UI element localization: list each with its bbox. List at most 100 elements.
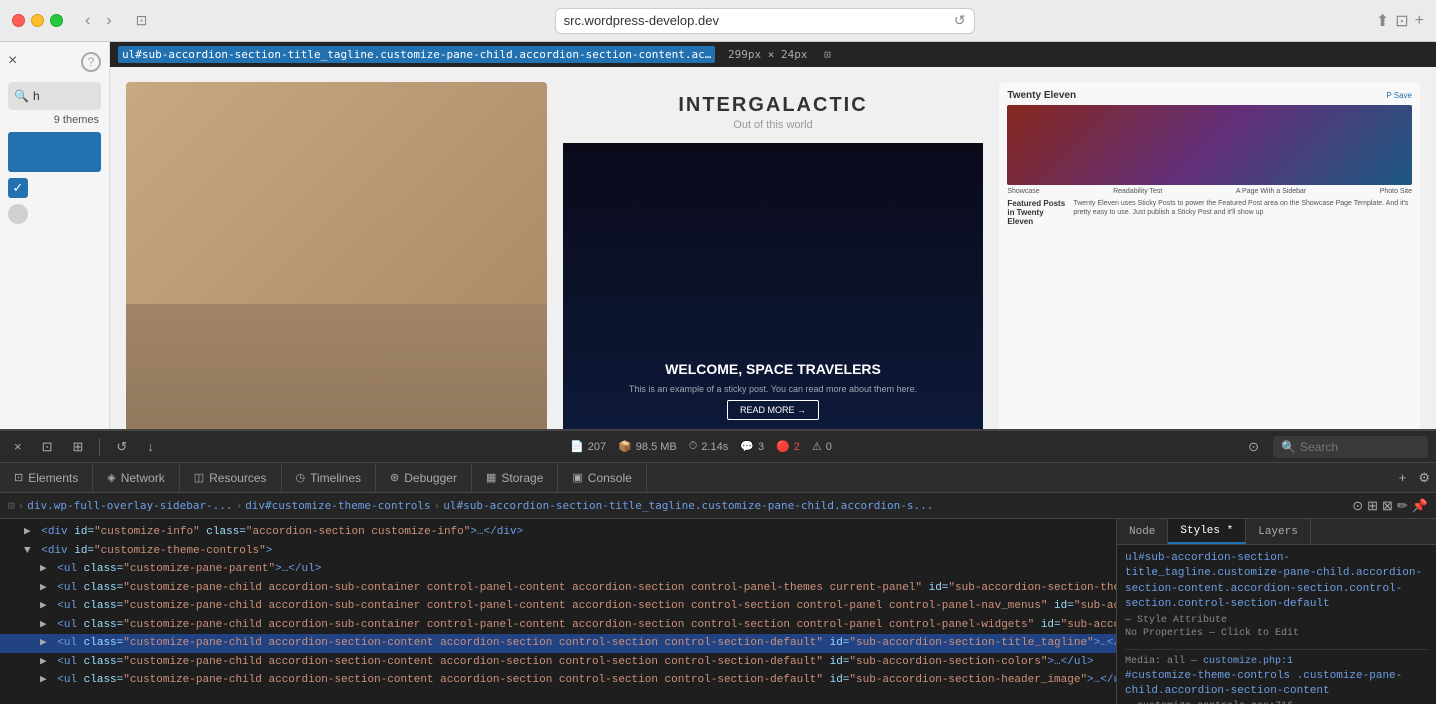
devtools-tabs: ⊡ Elements ◈ Network ◫ Resources ◷ Timel… <box>0 463 1436 493</box>
expand-icon[interactable]: ▶ <box>24 526 31 538</box>
expand-icon[interactable]: ▶ <box>40 674 47 686</box>
expand-icon[interactable]: ▶ <box>40 582 47 594</box>
checkbox-unchecked[interactable] <box>8 204 28 224</box>
expand-icon[interactable]: ▶ <box>40 619 47 631</box>
attr-name: class= <box>84 582 124 594</box>
dom-line[interactable]: ▶ <ul class="customize-pane-child accord… <box>0 653 1116 672</box>
attr-name: id= <box>74 545 94 557</box>
error-icon: 🔴 <box>776 440 790 453</box>
bc-inspect-button[interactable]: ⊙ <box>1352 498 1363 514</box>
tabs-button[interactable]: ⊡ <box>1395 11 1408 31</box>
close-button[interactable] <box>12 14 25 27</box>
layers-tab[interactable]: Layers <box>1246 519 1311 544</box>
styles-media-link[interactable]: customize.php:1 <box>1203 656 1293 667</box>
elements-icon: ⊡ <box>14 471 23 484</box>
share-button[interactable]: ⬆ <box>1376 11 1389 31</box>
devtools-breadcrumb: ⊡ › div.wp-full-overlay-sidebar-... › di… <box>0 493 1436 519</box>
expand-icon[interactable]: ▶ <box>40 637 47 649</box>
devtools-split-button[interactable]: ⊞ <box>67 437 90 457</box>
eleven-header: Twenty Eleven P Save <box>1007 90 1412 101</box>
dom-line[interactable]: ▶ <ul class="customize-pane-child accord… <box>0 671 1116 690</box>
inspector-toggle[interactable]: ⊡ <box>824 48 831 61</box>
customizer-close-button[interactable]: × <box>8 52 17 70</box>
breadcrumb-item-1[interactable]: div.wp-full-overlay-sidebar-... <box>27 499 232 512</box>
dom-line[interactable]: ▶ <ul class="customize-pane-parent">…</u… <box>0 560 1116 579</box>
minimize-button[interactable] <box>31 14 44 27</box>
add-tab-button[interactable]: + <box>1393 463 1413 492</box>
sidebar-toggle-button[interactable]: ⊡ <box>130 10 154 31</box>
eleven-title: Twenty Eleven <box>1007 90 1076 101</box>
tab-console[interactable]: ▣ Console <box>558 463 646 492</box>
dom-panel[interactable]: ▶ <div id="customize-info" class="accord… <box>0 519 1116 704</box>
tab-network[interactable]: ◈ Network <box>93 463 179 492</box>
styles-source-1: — Style Attribute <box>1125 615 1428 626</box>
size-text: 98.5 MB <box>636 441 677 453</box>
node-tab[interactable]: Node <box>1117 519 1168 544</box>
intergalactic-subtitle: Out of this world <box>579 119 968 131</box>
eleven-sidebar: Featured Posts in Twenty Eleven <box>1007 199 1067 228</box>
fullscreen-button[interactable] <box>50 14 63 27</box>
bc-edit-button[interactable]: ✏ <box>1397 498 1408 514</box>
expand-icon[interactable]: ▼ <box>24 545 31 557</box>
tab-timelines[interactable]: ◷ Timelines <box>282 463 377 492</box>
dom-line-selected[interactable]: ▶ <ul class="customize-pane-child accord… <box>0 634 1116 653</box>
attr-name: id= <box>1041 619 1061 631</box>
dom-line[interactable]: ▶ <ul class="customize-pane-child accord… <box>0 616 1116 635</box>
expand-icon[interactable]: ▶ <box>40 656 47 668</box>
devtools-reload-button[interactable]: ↺ <box>110 437 133 457</box>
warnings-count: ⚠ 0 <box>812 440 832 453</box>
messages-count: 💬 3 <box>740 440 764 453</box>
customizer-search-input[interactable] <box>33 89 88 103</box>
styles-dash-1[interactable]: No Properties — Click to Edit <box>1125 628 1428 639</box>
devtools-dock-button[interactable]: ⊡ <box>36 437 59 457</box>
customizer-help-button[interactable]: ? <box>81 52 101 72</box>
browser-chrome: ‹ › ⊡ src.wordpress-develop.dev ↺ ⬆ ⊡ + <box>0 0 1436 42</box>
settings-button[interactable]: ⚙ <box>1412 463 1436 492</box>
styles-tab[interactable]: Styles * <box>1168 519 1246 544</box>
devtools-download-button[interactable]: ↓ <box>141 437 160 456</box>
expand-icon[interactable]: ▶ <box>40 600 47 612</box>
new-tab-button[interactable]: + <box>1415 11 1424 31</box>
breadcrumb-item-3[interactable]: ul#sub-accordion-section-title_tagline.c… <box>443 499 933 512</box>
size-value: 📦 98.5 MB <box>618 440 677 453</box>
dom-line[interactable]: ▶ <div id="customize-info" class="accord… <box>0 523 1116 542</box>
devtools-inspect-button[interactable]: ⊙ <box>1242 437 1265 457</box>
reload-button[interactable]: ↺ <box>954 12 966 29</box>
dom-line[interactable]: ▶ <ul class="customize-pane-child accord… <box>0 597 1116 616</box>
styles-label: Styles * <box>1180 525 1233 537</box>
styles-media: Media: all — customize.php:1 <box>1125 656 1428 667</box>
bc-node-button[interactable]: ⊞ <box>1367 498 1378 514</box>
tab-debugger[interactable]: ⊛ Debugger <box>376 463 472 492</box>
tag: >…</ul> <box>1087 674 1116 686</box>
expand-icon[interactable]: ▶ <box>40 563 47 575</box>
inspector-dimensions: 299px × 24px <box>728 48 807 61</box>
dom-line[interactable]: ▼ <div id="customize-theme-controls"> <box>0 542 1116 561</box>
read-more-button[interactable]: READ MORE → <box>727 400 819 420</box>
url-bar[interactable]: src.wordpress-develop.dev ↺ <box>555 8 975 34</box>
bc-pin-button[interactable]: 📌 <box>1412 498 1428 514</box>
back-button[interactable]: ‹ <box>79 10 96 32</box>
tag: <ul <box>57 600 77 612</box>
forward-button[interactable]: › <box>100 10 117 32</box>
attr-name: class= <box>84 563 124 575</box>
checkbox-row-2 <box>8 204 101 224</box>
eleven-hero-overlay <box>1007 105 1412 185</box>
dom-line[interactable]: ▶ <ul class="customize-pane-child accord… <box>0 579 1116 598</box>
devtools-search-input[interactable] <box>1300 440 1420 454</box>
tab-elements[interactable]: ⊡ Elements <box>0 463 93 492</box>
bc-grid-button[interactable]: ⊠ <box>1382 498 1393 514</box>
elements-label: Elements <box>28 471 78 485</box>
attr-value: "customize-theme-controls" <box>94 545 266 557</box>
tab-storage[interactable]: ▦ Storage <box>472 463 558 492</box>
attr-value: "sub-accordion-panel-widgets" <box>1061 619 1116 631</box>
timelines-icon: ◷ <box>296 471 306 484</box>
resources-label: Resources <box>209 471 266 485</box>
devtools-content: ▶ <div id="customize-info" class="accord… <box>0 519 1436 704</box>
checkbox-checked[interactable]: ✓ <box>8 178 28 198</box>
devtools-close-button[interactable]: × <box>8 437 28 456</box>
size-icon: 📦 <box>618 440 632 453</box>
breadcrumb-item-2[interactable]: div#customize-theme-controls <box>245 499 430 512</box>
tab-resources[interactable]: ◫ Resources <box>180 463 282 492</box>
devtools-search[interactable]: 🔍 <box>1273 436 1428 458</box>
customizer-search-bar[interactable]: 🔍 <box>8 82 101 110</box>
